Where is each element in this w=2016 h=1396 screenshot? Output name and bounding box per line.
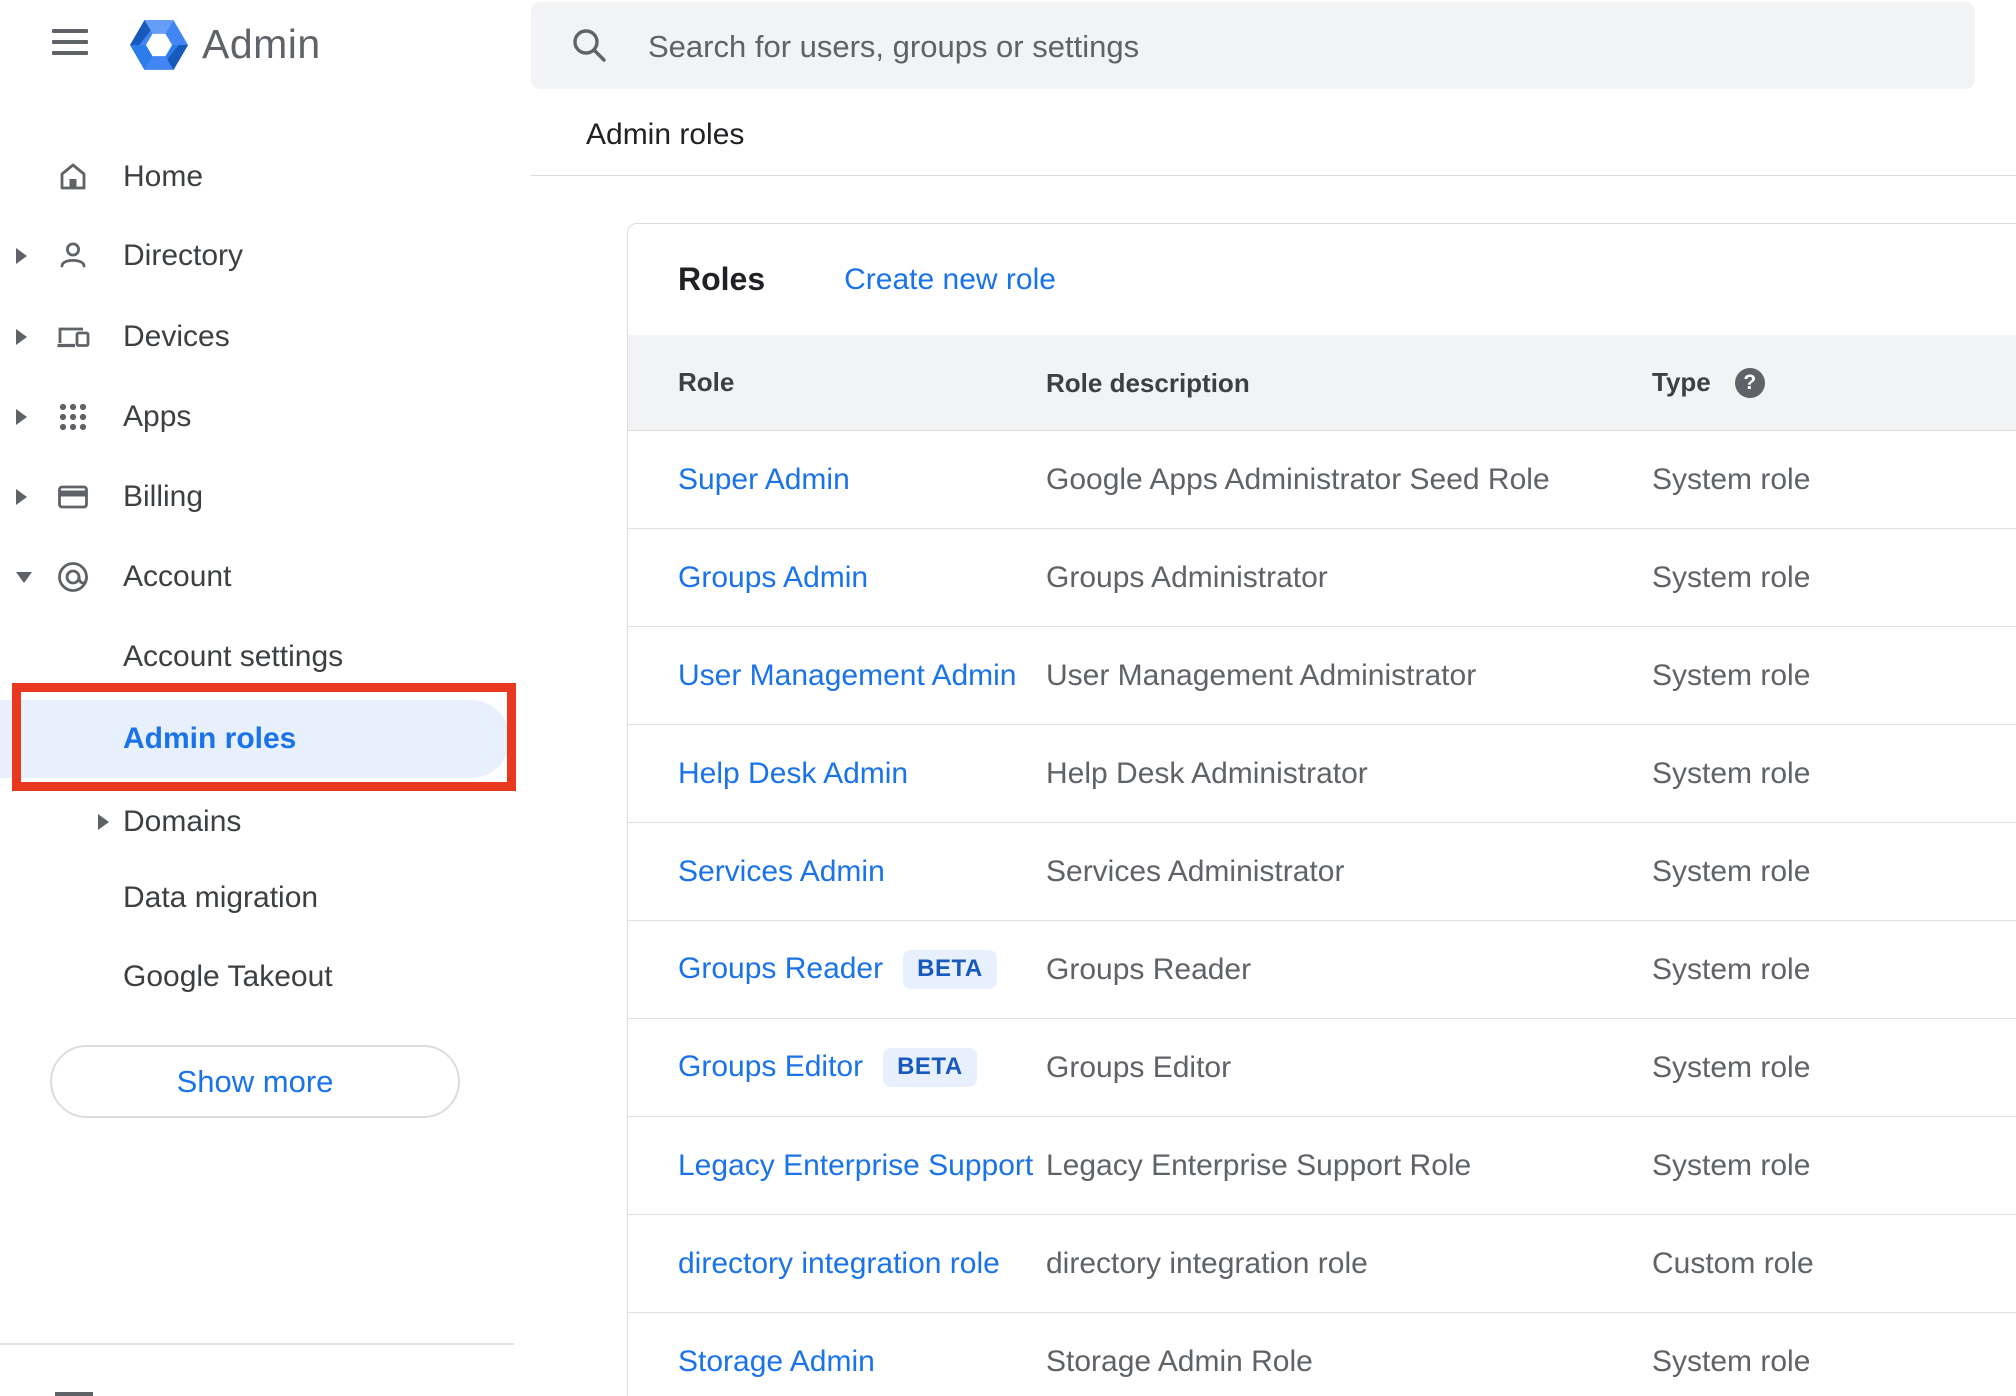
role-description: Groups Editor <box>1046 1050 1232 1084</box>
admin-logo-icon <box>130 20 188 70</box>
table-row: Groups Admin Groups Administrator System… <box>628 529 2016 627</box>
role-type: System role <box>1652 756 1811 790</box>
role-type: System role <box>1652 1050 1811 1084</box>
app-title: Admin <box>202 20 321 67</box>
table-row: Super Admin Google Apps Administrator Se… <box>628 431 2016 529</box>
role-type: System role <box>1652 1148 1811 1182</box>
table-row: Services Admin Services Administrator Sy… <box>628 823 2016 921</box>
search-icon <box>573 29 606 62</box>
role-link[interactable]: Services Admin <box>678 855 885 889</box>
hamburger-menu-icon[interactable] <box>52 28 88 56</box>
role-link[interactable]: User Management Admin <box>678 659 1017 693</box>
beta-badge: BETA <box>883 1048 977 1087</box>
role-link[interactable]: Groups Admin <box>678 561 868 595</box>
table-row: Groups Reader BETA Groups Reader System … <box>628 921 2016 1019</box>
table-row: Legacy Enterprise Support Legacy Enterpr… <box>628 1117 2016 1215</box>
role-type: System role <box>1652 854 1811 888</box>
sidebar-item-home[interactable]: Home <box>0 137 514 217</box>
sidebar-item-domains[interactable]: Domains <box>0 782 514 862</box>
column-header-description: Role description <box>1046 367 1250 398</box>
collapse-arrow-icon[interactable] <box>16 571 32 583</box>
table-row: directory integration role directory int… <box>628 1215 2016 1313</box>
sidebar-item-account[interactable]: Account <box>0 537 514 617</box>
expand-arrow-icon[interactable] <box>16 409 27 425</box>
table-row: Groups Editor BETA Groups Editor System … <box>628 1019 2016 1117</box>
role-link[interactable]: Storage Admin <box>678 1345 875 1379</box>
role-link[interactable]: Legacy Enterprise Support <box>678 1149 1033 1183</box>
directory-icon <box>60 242 86 268</box>
role-description: Services Administrator <box>1046 854 1345 888</box>
expand-arrow-icon[interactable] <box>16 329 27 345</box>
table-row: Help Desk Admin Help Desk Administrator … <box>628 725 2016 823</box>
table-header-row: Role Role description Type ? <box>628 335 2016 431</box>
sidebar-item-admin-roles[interactable]: Admin roles <box>0 700 510 778</box>
role-description: Storage Admin Role <box>1046 1344 1313 1378</box>
column-header-role: Role <box>678 367 735 397</box>
cut-off-sidebar-icon <box>55 1392 93 1396</box>
role-link[interactable]: directory integration role <box>678 1247 1000 1281</box>
breadcrumb: Admin roles <box>586 118 745 151</box>
role-type: Custom role <box>1652 1246 1814 1280</box>
roles-card: Roles Create new role Role Role descript… <box>627 223 2016 1396</box>
sidebar-bottom-divider <box>0 1343 514 1345</box>
table-row: User Management Admin User Management Ad… <box>628 627 2016 725</box>
role-description: Google Apps Administrator Seed Role <box>1046 462 1550 496</box>
home-icon <box>60 163 86 190</box>
role-type: System role <box>1652 462 1811 496</box>
column-header-type: Type <box>1652 367 1711 397</box>
expand-arrow-icon[interactable] <box>16 248 27 264</box>
role-link[interactable]: Super Admin <box>678 463 850 497</box>
role-type: System role <box>1652 1344 1811 1378</box>
sidebar-item-directory[interactable]: Directory <box>0 216 514 296</box>
role-type: System role <box>1652 658 1811 692</box>
role-description: Legacy Enterprise Support Role <box>1046 1148 1472 1182</box>
table-row: Storage Admin Storage Admin Role System … <box>628 1313 2016 1396</box>
billing-icon <box>58 485 88 509</box>
admin-console-screen: Admin Admin roles Home Directory Devices <box>0 0 2016 1396</box>
expand-arrow-icon[interactable] <box>16 489 27 505</box>
sidebar-item-google-takeout[interactable]: Google Takeout <box>0 937 514 1017</box>
apps-icon <box>59 403 87 431</box>
role-link[interactable]: Help Desk Admin <box>678 757 908 791</box>
create-new-role-link[interactable]: Create new role <box>844 263 1056 297</box>
role-link[interactable]: Groups Reader <box>678 952 883 986</box>
breadcrumb-divider <box>531 175 2016 176</box>
role-type: System role <box>1652 952 1811 986</box>
role-description: Help Desk Administrator <box>1046 756 1368 790</box>
devices-icon <box>57 327 90 348</box>
role-type: System role <box>1652 560 1811 594</box>
expand-arrow-icon[interactable] <box>98 814 109 830</box>
role-description: directory integration role <box>1046 1246 1368 1280</box>
show-more-button[interactable]: Show more <box>50 1045 460 1118</box>
sidebar-item-data-migration[interactable]: Data migration <box>0 858 514 938</box>
sidebar-item-account-settings[interactable]: Account settings <box>0 617 514 697</box>
sidebar-item-devices[interactable]: Devices <box>0 297 514 377</box>
account-icon <box>58 562 88 592</box>
role-description: Groups Administrator <box>1046 560 1328 594</box>
role-description: User Management Administrator <box>1046 658 1477 692</box>
table-body: Super Admin Google Apps Administrator Se… <box>628 431 2016 1396</box>
sidebar-item-apps[interactable]: Apps <box>0 377 514 457</box>
card-title: Roles <box>678 261 766 297</box>
search-input[interactable] <box>646 2 1950 91</box>
beta-badge: BETA <box>903 950 997 989</box>
role-link[interactable]: Groups Editor <box>678 1050 863 1084</box>
sidebar-item-billing[interactable]: Billing <box>0 457 514 537</box>
role-description: Groups Reader <box>1046 952 1252 986</box>
help-icon[interactable]: ? <box>1734 367 1765 398</box>
